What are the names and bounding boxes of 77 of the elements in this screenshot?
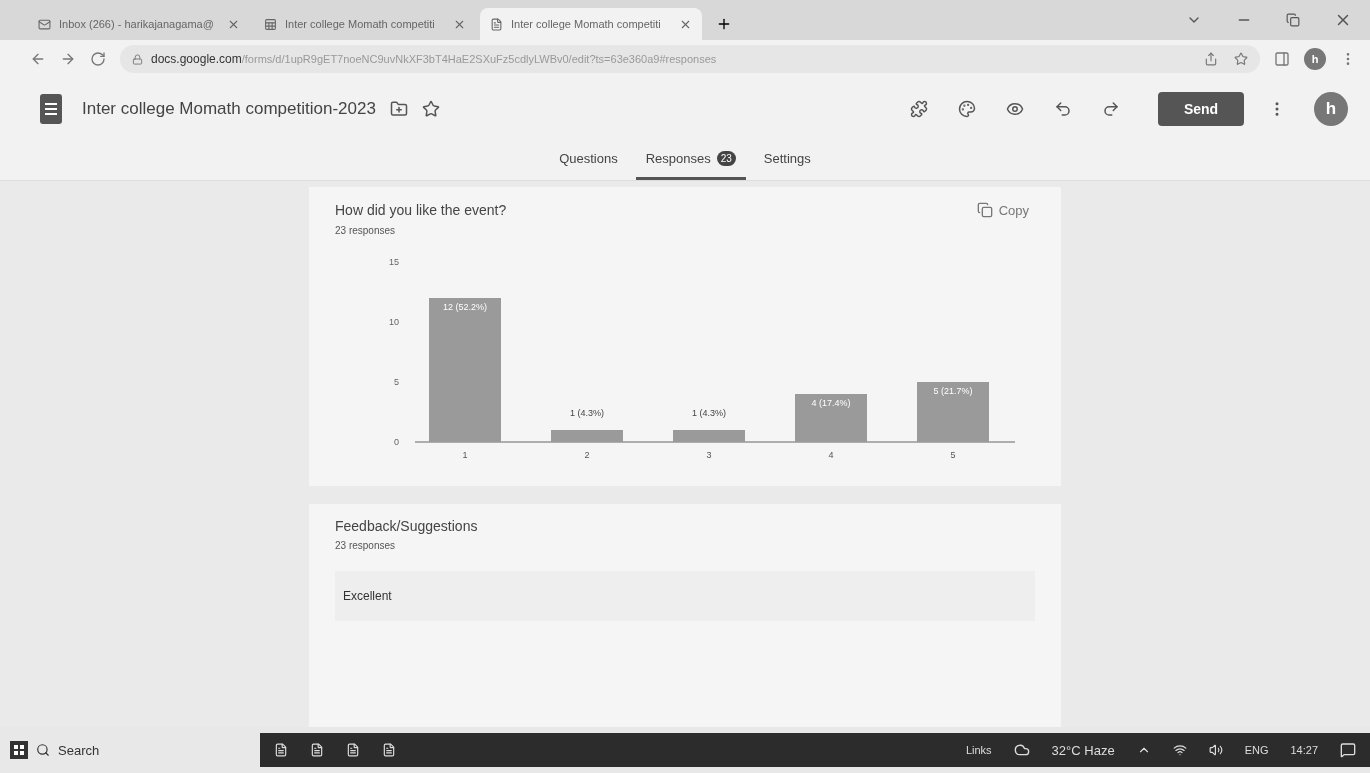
star-icon[interactable] xyxy=(1234,52,1248,66)
tab-title: Inbox (266) - harikajanagama@ xyxy=(59,18,215,30)
count-badge: 23 xyxy=(716,151,736,166)
windows-logo-icon[interactable] xyxy=(10,741,28,759)
chart-bar xyxy=(917,382,989,442)
answer-text: Excellent xyxy=(335,571,1035,621)
chart-bar xyxy=(673,430,745,442)
folder-plus-icon[interactable] xyxy=(389,100,408,118)
bar-value-label: 5 (21.7%) xyxy=(933,386,973,396)
mail-icon xyxy=(38,17,51,31)
axis-category-label: 2 xyxy=(584,450,590,460)
form-title: Inter college Momath competition-2023 xyxy=(82,99,376,119)
axis-category-label: 1 xyxy=(462,450,468,460)
url-text: docs.google.com/forms/d/1upR9gET7noeNC9uvNkXF3bT4HaE2SXuFz5cdlyLWBv0/edit?ts=63e360a9#responses xyxy=(151,52,717,66)
cloud-icon[interactable] xyxy=(1013,742,1030,758)
response-count: 23 responses xyxy=(335,540,397,551)
document-icon xyxy=(264,17,277,31)
eye-icon[interactable] xyxy=(1006,100,1024,118)
browser-tab[interactable]: Inter college Momath competiti xyxy=(480,8,702,40)
forms-logo-icon xyxy=(40,94,62,124)
taskbar-search-field[interactable]: Search xyxy=(58,742,100,758)
plus-icon[interactable] xyxy=(716,16,732,32)
language-indicator[interactable]: ENG xyxy=(1244,744,1269,756)
question-title: How did you like the event? xyxy=(335,202,507,218)
chart-bar xyxy=(795,394,867,442)
user-avatar[interactable]: h xyxy=(1314,92,1348,126)
palette-icon[interactable] xyxy=(958,100,976,118)
axis-tick-label: 10 xyxy=(389,317,399,327)
chart-bar xyxy=(551,430,623,442)
weather-text: 32°C Haze xyxy=(1051,742,1115,758)
forward-arrow-icon[interactable] xyxy=(60,51,76,67)
reload-icon[interactable] xyxy=(90,51,106,67)
search-icon xyxy=(36,743,50,757)
axis-tick-label: 5 xyxy=(394,377,399,387)
tab-title: Inter college Momath competiti xyxy=(285,18,436,30)
address-bar[interactable]: docs.google.com/forms/d/1upR9gET7noeNC9uvNkXF3bT4HaE2SXuFz5cdlyLWBv0/edit?ts=63e360a9#responses xyxy=(120,45,1260,73)
copy-icon xyxy=(976,202,993,218)
question-title: Feedback/Suggestions xyxy=(335,518,478,534)
app-icon[interactable] xyxy=(274,743,288,757)
share-icon[interactable] xyxy=(1204,52,1218,66)
tab-label: Settings xyxy=(763,151,811,166)
speaker-icon[interactable] xyxy=(1208,743,1223,757)
tab-label: Responses xyxy=(645,151,711,166)
profile-avatar[interactable]: h xyxy=(1304,48,1326,70)
network-icon[interactable] xyxy=(1172,743,1187,757)
bar-value-label: 12 (52.2%) xyxy=(443,302,487,312)
axis-tick-label: 0 xyxy=(394,437,399,447)
bar-value-label: 4 (17.4%) xyxy=(811,398,851,408)
axis-category-label: 5 xyxy=(950,450,956,460)
bar-value-label: 1 (4.3%) xyxy=(570,408,604,418)
redo-icon[interactable] xyxy=(1102,100,1120,118)
side-panel-icon[interactable] xyxy=(1274,51,1290,67)
copy-button[interactable]: Copy xyxy=(970,201,1035,219)
browser-tab[interactable]: Inter college Momath competiti xyxy=(254,8,476,40)
star-icon[interactable] xyxy=(421,100,440,118)
form-tab[interactable]: Questions xyxy=(549,140,628,180)
restore-icon[interactable] xyxy=(1286,13,1300,27)
axis-category-label: 3 xyxy=(706,450,712,460)
axis-tick-label: 15 xyxy=(389,257,399,267)
send-button[interactable]: Send xyxy=(1158,92,1244,126)
browser-tab[interactable]: Inbox (266) - harikajanagama@ xyxy=(28,8,250,40)
lock-icon xyxy=(132,53,143,65)
undo-icon[interactable] xyxy=(1054,100,1072,118)
app-icon[interactable] xyxy=(310,743,324,757)
response-count: 23 responses xyxy=(335,225,397,236)
app-icon[interactable] xyxy=(382,743,396,757)
clock-text: 14:27 xyxy=(1290,744,1318,756)
tab-title: Inter college Momath competiti xyxy=(511,18,662,30)
links-label[interactable]: Links xyxy=(965,744,992,756)
bar-value-label: 1 (4.3%) xyxy=(692,408,726,418)
app-icon[interactable] xyxy=(346,743,360,757)
form-tab[interactable]: Settings xyxy=(753,140,821,180)
document-icon xyxy=(490,17,503,31)
puzzle-icon[interactable] xyxy=(910,100,928,118)
tab-label: Questions xyxy=(559,151,618,166)
notification-icon[interactable] xyxy=(1340,742,1356,758)
axis-category-label: 4 xyxy=(828,450,834,460)
